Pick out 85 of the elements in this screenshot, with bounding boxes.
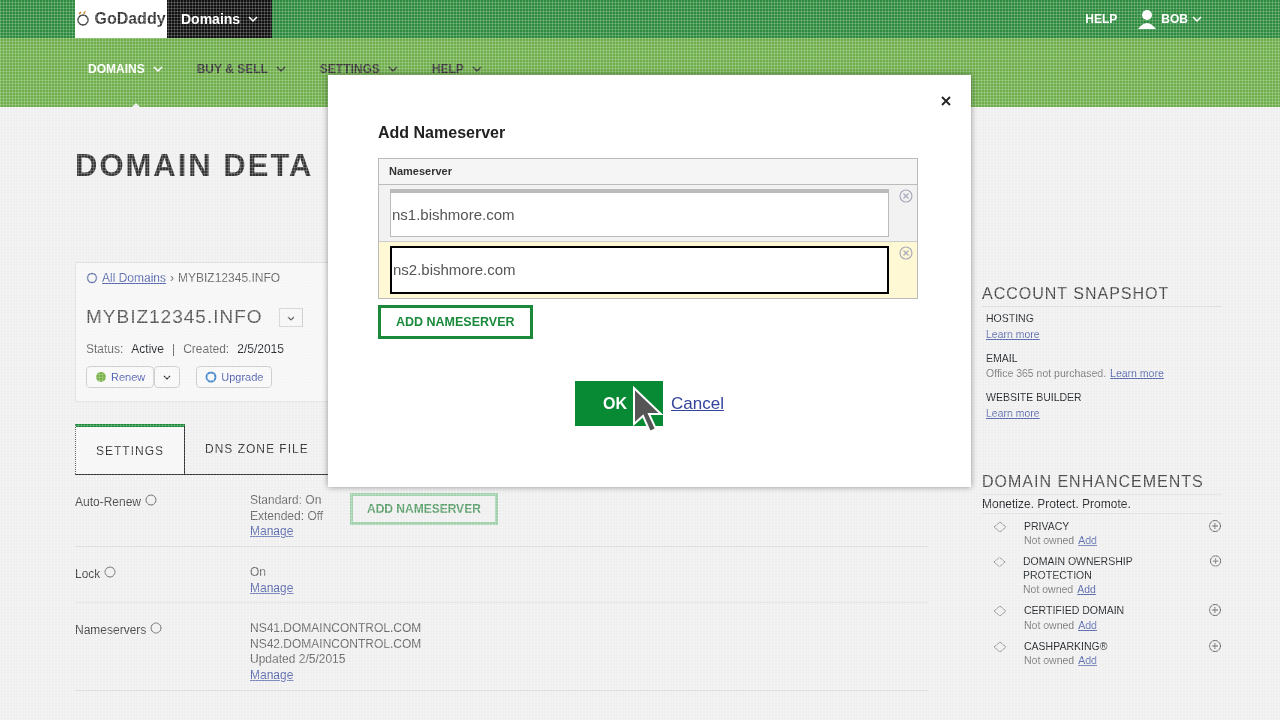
learn-more-link[interactable]: Learn more (986, 326, 1040, 343)
help-link[interactable]: HELP (1085, 10, 1118, 28)
add-icon (1208, 553, 1222, 568)
setting-value: Standard: On (250, 493, 322, 509)
status-label: Status: (86, 340, 124, 358)
domain-menu-button[interactable] (278, 307, 303, 327)
clear-icon[interactable] (899, 188, 913, 203)
enhancement-status: Not owned (1024, 532, 1075, 547)
status-label: Created: (183, 340, 230, 358)
section-subtitle: Monetize. Protect. Promote. (982, 494, 1222, 514)
dropdown-button[interactable] (154, 365, 181, 389)
status-value: 2/5/2015 (237, 340, 284, 358)
enhancement-name: CASHPARKING® (1024, 638, 1109, 653)
help-icon (104, 564, 117, 579)
add-nameserver-button[interactable]: ADD NAMESERVER (378, 304, 533, 340)
breadcrumb-separator: › (170, 270, 175, 288)
breadcrumb-link[interactable]: All Domains (102, 269, 167, 288)
snapshot-label: EMAIL (986, 350, 1019, 366)
clear-icon[interactable] (899, 245, 913, 260)
setting-label: Lock (75, 565, 101, 583)
upgrade-icon (205, 370, 218, 383)
manage-link[interactable]: Manage (250, 580, 294, 597)
caret-icon (471, 65, 482, 73)
add-link[interactable]: Add (1078, 532, 1097, 547)
caret-icon (275, 65, 286, 73)
manage-link[interactable]: Manage (250, 524, 294, 540)
caret-icon (286, 315, 295, 321)
nameserver-input[interactable]: ns1.bishmore.com (390, 188, 890, 237)
enhancement-name: DOMAIN OWNERSHIP PROTECTION (1023, 553, 1134, 583)
domain-name: MYBIZ12345.INFO (86, 305, 263, 330)
nav-tab[interactable]: HELP (431, 60, 482, 78)
product-menu[interactable]: Domains (167, 0, 273, 38)
enhancement-name: PRIVACY (1024, 518, 1071, 533)
section-heading: DOMAIN ENHANCEMENTS (982, 469, 1222, 495)
setting-value: On (250, 564, 266, 581)
logo-icon (76, 11, 91, 27)
globe-icon (95, 370, 107, 383)
snapshot-text: Office 365 not purchased. (986, 366, 1107, 382)
snapshot-label: WEBSITE BUILDER (986, 390, 1083, 405)
caret-icon (152, 65, 163, 73)
add-icon (1208, 603, 1222, 618)
tab[interactable]: SETTINGS (75, 424, 185, 475)
help-icon (150, 621, 163, 636)
setting-value: Extended: Off (250, 508, 324, 525)
add-icon (1208, 638, 1222, 653)
breadcrumb-current: MYBIZ12345.INFO (178, 270, 281, 288)
nav-tab[interactable]: BUY & SELL (196, 60, 286, 78)
status-value: Active (131, 340, 165, 358)
caret-icon (387, 65, 398, 73)
setting-value: NS41.DOMAINCONTROL.COM (250, 621, 422, 637)
page-title: DOMAIN DETA (75, 147, 314, 185)
add-link[interactable]: Add (1078, 617, 1097, 632)
caret-icon (248, 15, 259, 23)
action-button[interactable]: Renew (86, 365, 155, 389)
add-nameserver-button[interactable]: ADD NAMESERVER (350, 493, 498, 526)
setting-value: Updated 2/5/2015 (250, 652, 346, 668)
add-link[interactable]: Add (1077, 582, 1096, 597)
enhancement-status: Not owned (1024, 617, 1075, 632)
status-divider: | (172, 340, 176, 358)
enhancement-status: Not owned (1023, 582, 1074, 597)
manage-link[interactable]: Manage (250, 667, 294, 684)
setting-label: Nameservers (75, 622, 147, 640)
user-icon (1137, 9, 1158, 29)
help-icon (145, 493, 158, 508)
caret-icon (1192, 15, 1202, 23)
nameserver-input[interactable]: ns2.bishmore.com (390, 245, 890, 294)
enhancement-name: CERTIFIED DOMAIN (1024, 603, 1126, 618)
section-heading: ACCOUNT SNAPSHOT (982, 282, 1222, 307)
add-link[interactable]: Add (1078, 652, 1097, 668)
user-menu[interactable]: BOB (1161, 10, 1188, 28)
cancel-link[interactable]: Cancel (671, 391, 724, 417)
close-icon (941, 95, 951, 106)
column-header: Nameserver (379, 159, 917, 185)
setting-label: Auto-Renew (75, 494, 142, 512)
setting-value: NS42.DOMAINCONTROL.COM (250, 636, 422, 653)
snapshot-label: HOSTING (986, 311, 1035, 326)
enhancement-status: Not owned (1024, 652, 1075, 668)
learn-more-link[interactable]: Learn more (986, 405, 1040, 422)
action-button[interactable]: Upgrade (196, 365, 273, 389)
learn-more-link[interactable]: Learn more (1110, 366, 1164, 382)
cursor-icon (632, 386, 664, 434)
caret-icon (163, 375, 172, 381)
add-icon (1208, 518, 1222, 533)
nav-tab[interactable]: SETTINGS (319, 60, 398, 78)
dialog-title: Add Nameserver (378, 123, 507, 143)
